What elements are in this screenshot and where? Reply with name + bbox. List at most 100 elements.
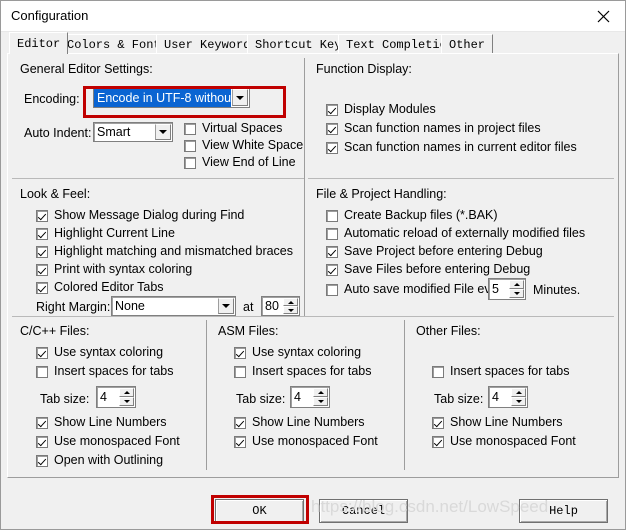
dialog-button-row: OK Cancel Help (1, 487, 625, 529)
checkbox-display-modules[interactable]: Display Modules (326, 103, 436, 116)
checkbox-box (234, 416, 246, 429)
checkbox-label: Print with syntax coloring (54, 262, 193, 276)
ok-button[interactable]: OK (215, 499, 304, 523)
checkbox-scan-project-files[interactable]: Scan function names in project files (326, 122, 541, 135)
checkbox-box (432, 435, 444, 448)
auto-save-minutes-stepper[interactable]: 5 (488, 278, 526, 300)
close-icon[interactable] (581, 1, 625, 31)
stepper-up-icon[interactable] (509, 280, 524, 289)
other-tab-size-stepper[interactable]: 4 (488, 386, 528, 408)
divider-file-project (308, 178, 614, 179)
checkbox-c-use-syntax-coloring[interactable]: Use syntax coloring (36, 346, 163, 359)
checkbox-box (184, 122, 196, 135)
checkbox-label: Show Line Numbers (54, 415, 167, 429)
other-tab-size-value: 4 (492, 390, 499, 404)
cancel-button[interactable]: Cancel (319, 499, 408, 523)
chevron-down-icon[interactable] (155, 124, 171, 140)
checkbox-c-open-with-outlining[interactable]: Open with Outlining (36, 454, 163, 467)
right-margin-column-value: 80 (265, 299, 279, 313)
checkbox-asm-insert-spaces-for-tabs[interactable]: Insert spaces for tabs (234, 365, 372, 378)
asm-tab-size-stepper[interactable]: 4 (290, 386, 330, 408)
tab-editor[interactable]: Editor (9, 32, 69, 54)
checkbox-box (326, 263, 338, 276)
checkbox-label: Insert spaces for tabs (252, 364, 372, 378)
checkbox-other-use-monospaced-font[interactable]: Use monospaced Font (432, 435, 576, 448)
checkbox-box (184, 156, 196, 169)
checkbox-scan-current-editor-files[interactable]: Scan function names in current editor fi… (326, 141, 577, 154)
checkbox-label: Insert spaces for tabs (54, 364, 174, 378)
checkbox-view-end-of-line[interactable]: View End of Line (184, 156, 296, 169)
checkbox-other-insert-spaces-for-tabs[interactable]: Insert spaces for tabs (432, 365, 570, 378)
stepper-down-icon[interactable] (283, 306, 298, 314)
checkbox-create-backup-files[interactable]: Create Backup files (*.BAK) (326, 209, 498, 222)
checkbox-highlight-braces[interactable]: Highlight matching and mismatched braces (36, 245, 293, 258)
checkbox-c-show-line-numbers[interactable]: Show Line Numbers (36, 416, 167, 429)
general-editor-settings-label: General Editor Settings: (20, 62, 153, 76)
auto-save-minutes-label: Minutes. (533, 283, 581, 297)
checkbox-label: Open with Outlining (54, 453, 164, 467)
checkbox-box (234, 346, 246, 359)
checkbox-asm-use-syntax-coloring[interactable]: Use syntax coloring (234, 346, 361, 359)
chevron-down-icon[interactable] (218, 298, 234, 314)
stepper-down-icon[interactable] (509, 289, 524, 298)
checkbox-view-white-space[interactable]: View White Space (184, 139, 303, 152)
editor-settings-panel: General Editor Settings: Encoding: Encod… (7, 53, 619, 478)
checkbox-asm-use-monospaced-font[interactable]: Use monospaced Font (234, 435, 378, 448)
encoding-value: Encode in UTF-8 without signature (94, 88, 231, 107)
chevron-down-icon[interactable] (232, 89, 248, 106)
checkbox-box (234, 365, 246, 378)
checkbox-c-insert-spaces-for-tabs[interactable]: Insert spaces for tabs (36, 365, 174, 378)
stepper-up-icon[interactable] (283, 298, 298, 306)
checkbox-colored-editor-tabs[interactable]: Colored Editor Tabs (36, 281, 164, 294)
encoding-combobox[interactable]: Encode in UTF-8 without signature (93, 87, 250, 108)
checkbox-save-project-before-debug[interactable]: Save Project before entering Debug (326, 245, 543, 258)
stepper-down-icon[interactable] (313, 397, 328, 406)
checkbox-automatic-reload[interactable]: Automatic reload of externally modified … (326, 227, 585, 240)
tab-strip: Editor Colors & Fonts User Keywords Shor… (1, 32, 625, 54)
auto-indent-value: Smart (97, 125, 131, 139)
right-margin-combobox[interactable]: None (111, 296, 236, 316)
divider-vertical-asm-other (404, 320, 405, 470)
checkbox-print-with-syntax-coloring[interactable]: Print with syntax coloring (36, 263, 192, 276)
checkbox-label: Scan function names in current editor fi… (344, 140, 577, 154)
stepper-down-icon[interactable] (511, 397, 526, 406)
help-button[interactable]: Help (519, 499, 608, 523)
auto-indent-combobox[interactable]: Smart (93, 122, 173, 142)
checkbox-box (326, 103, 338, 116)
checkbox-label: Automatic reload of externally modified … (344, 226, 586, 240)
checkbox-box (326, 209, 338, 222)
function-display-label: Function Display: (316, 62, 412, 76)
checkbox-save-files-before-debug[interactable]: Save Files before entering Debug (326, 263, 530, 276)
auto-indent-label: Auto Indent: (24, 126, 92, 140)
checkbox-virtual-spaces[interactable]: Virtual Spaces (184, 122, 282, 135)
checkbox-c-use-monospaced-font[interactable]: Use monospaced Font (36, 435, 180, 448)
checkbox-label: View White Space (202, 138, 304, 152)
c-tab-size-label: Tab size: (40, 392, 90, 406)
stepper-down-icon[interactable] (119, 397, 134, 406)
checkbox-auto-save-modified-file[interactable]: Auto save modified File every (326, 283, 508, 296)
divider-file-types (12, 316, 614, 317)
right-margin-at-label: at (243, 300, 254, 314)
checkbox-label: Use monospaced Font (450, 434, 576, 448)
stepper-up-icon[interactable] (313, 388, 328, 397)
checkbox-label: Show Line Numbers (450, 415, 563, 429)
c-tab-size-value: 4 (100, 390, 107, 404)
right-margin-column-stepper[interactable]: 80 (261, 296, 300, 316)
checkbox-asm-show-line-numbers[interactable]: Show Line Numbers (234, 416, 365, 429)
tab-other[interactable]: Other (441, 34, 494, 54)
checkbox-other-show-line-numbers[interactable]: Show Line Numbers (432, 416, 563, 429)
checkbox-box (36, 365, 48, 378)
checkbox-label: Virtual Spaces (202, 121, 283, 135)
right-margin-value: None (115, 299, 145, 313)
checkbox-label: Use syntax coloring (54, 345, 164, 359)
checkbox-label: Create Backup files (*.BAK) (344, 208, 498, 222)
stepper-up-icon[interactable] (119, 388, 134, 397)
checkbox-label: Colored Editor Tabs (54, 280, 164, 294)
checkbox-box (326, 245, 338, 258)
checkbox-highlight-current-line[interactable]: Highlight Current Line (36, 227, 175, 240)
stepper-up-icon[interactable] (511, 388, 526, 397)
checkbox-box (326, 141, 338, 154)
checkbox-show-message-dialog-during-find[interactable]: Show Message Dialog during Find (36, 209, 244, 222)
c-tab-size-stepper[interactable]: 4 (96, 386, 136, 408)
asm-files-label: ASM Files: (218, 324, 279, 338)
